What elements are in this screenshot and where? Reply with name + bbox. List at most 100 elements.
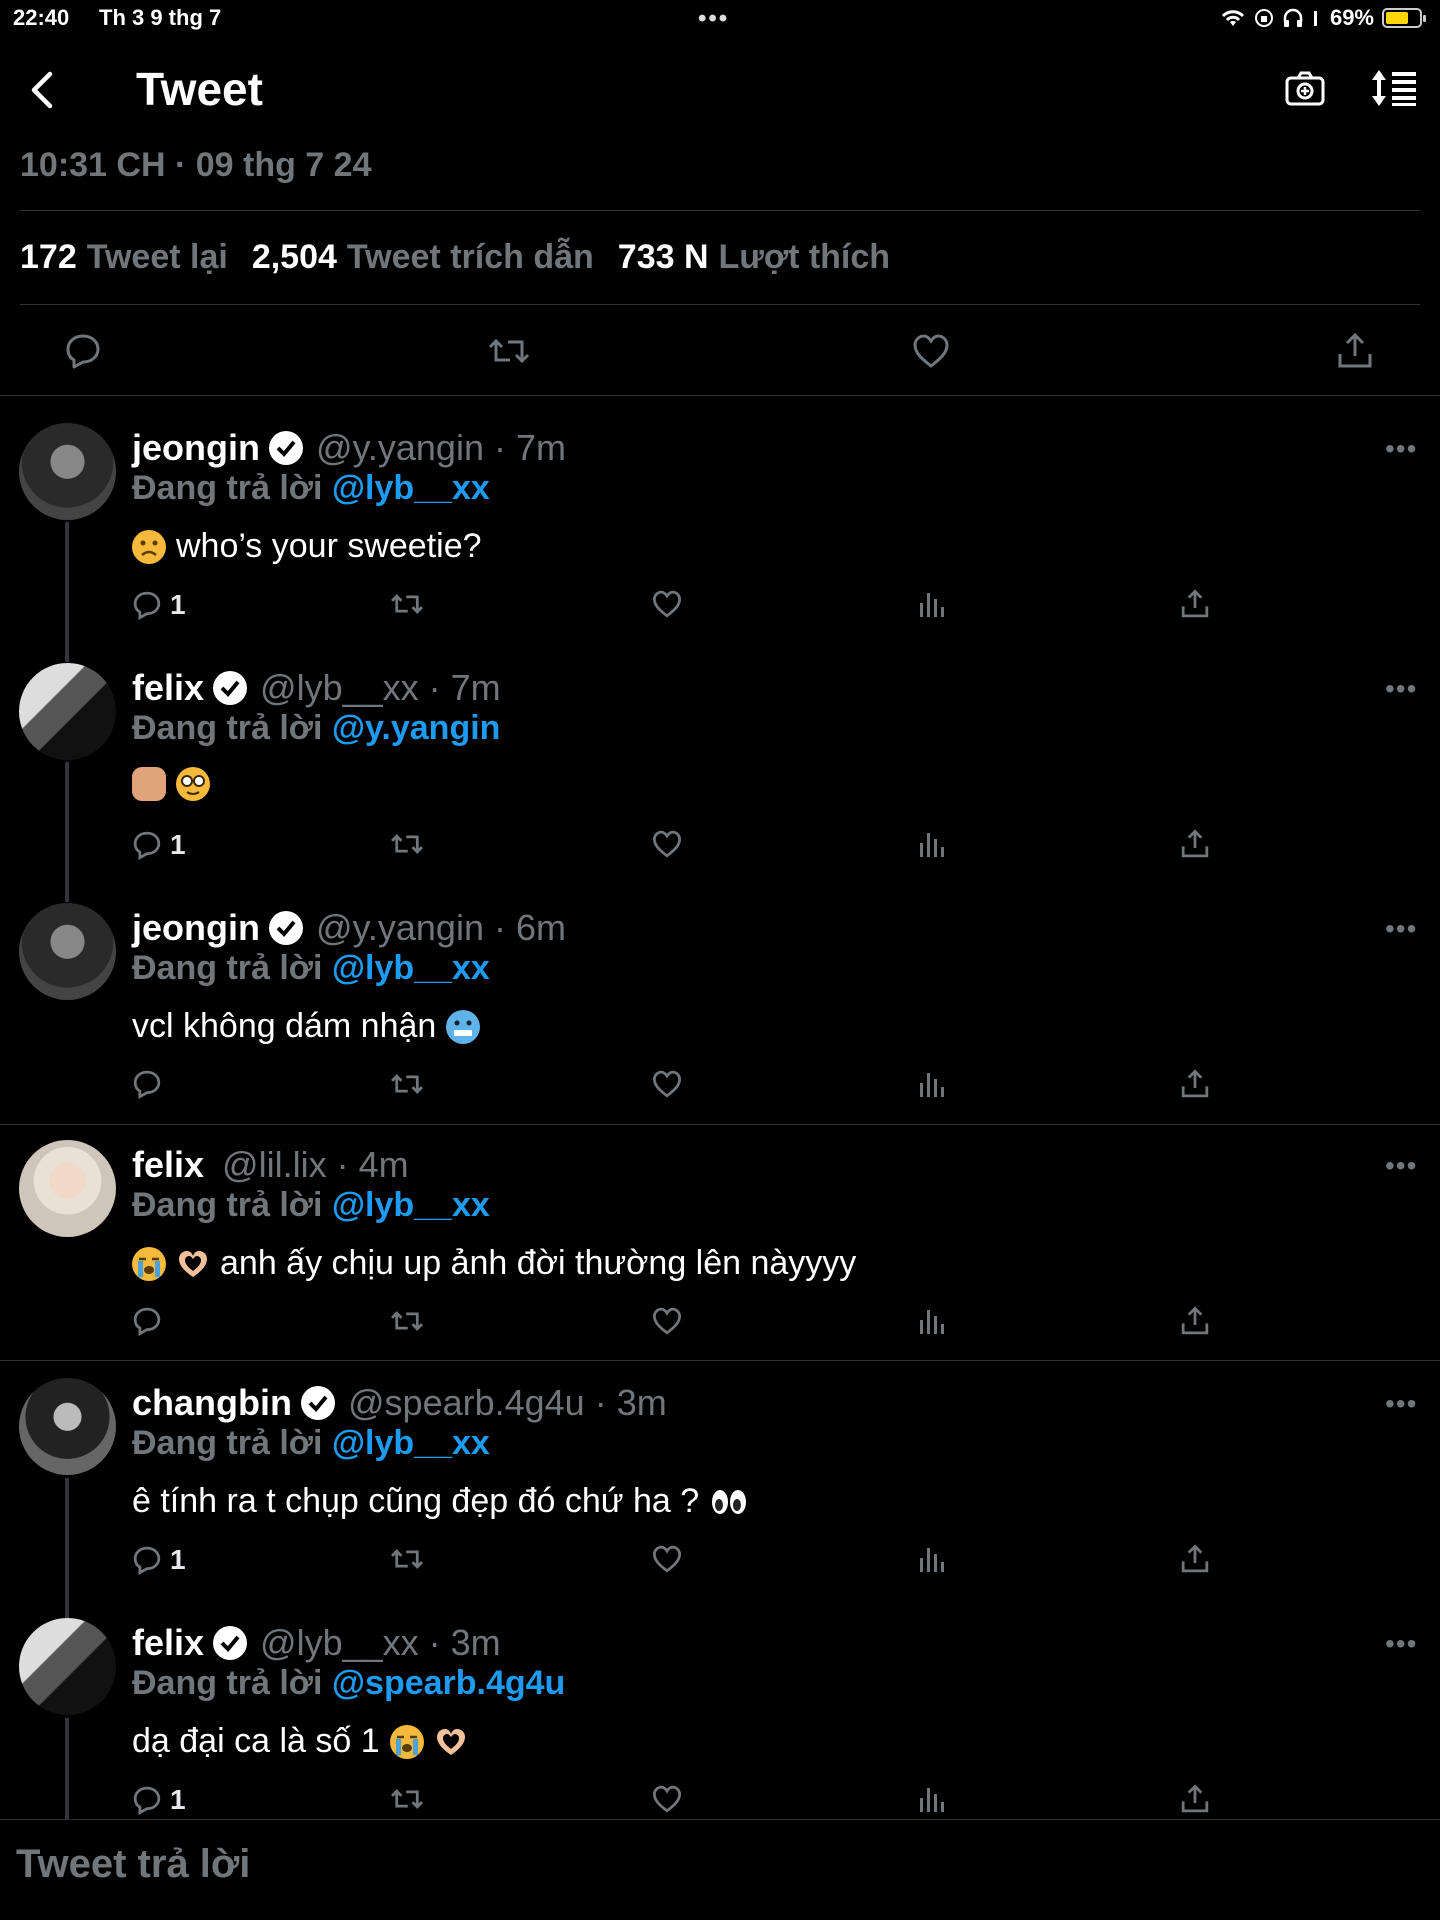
- retweet-button[interactable]: [390, 589, 424, 619]
- display-name[interactable]: jeongin: [132, 907, 260, 949]
- reply-button[interactable]: 1: [132, 589, 186, 621]
- avatar[interactable]: [19, 903, 116, 1000]
- avatar[interactable]: [19, 1140, 116, 1237]
- reply-compose-input[interactable]: Tweet trả lời: [16, 1842, 250, 1887]
- display-name[interactable]: felix: [132, 1144, 204, 1186]
- retweet-button[interactable]: [390, 1784, 424, 1814]
- share-button[interactable]: [1180, 589, 1210, 619]
- quote-count[interactable]: 2,504: [252, 238, 337, 277]
- like-icon[interactable]: [912, 332, 950, 370]
- display-name[interactable]: jeongin: [132, 427, 260, 469]
- like-button[interactable]: [652, 1069, 682, 1099]
- reply-icon: [133, 1307, 161, 1336]
- retweet-icon[interactable]: [488, 332, 530, 370]
- like-icon: [652, 590, 682, 618]
- avatar[interactable]: [19, 1378, 116, 1475]
- reply-actions: 1: [132, 589, 1282, 629]
- like-icon: [652, 1785, 682, 1813]
- thread-line: [65, 522, 69, 662]
- reply-actions: [132, 1306, 1282, 1346]
- reply-button[interactable]: [132, 1306, 170, 1336]
- retweet-icon: [391, 594, 423, 614]
- avatar[interactable]: [19, 423, 116, 520]
- retweet-button[interactable]: [390, 1544, 424, 1574]
- analytics-icon: [920, 1548, 944, 1572]
- analytics-button[interactable]: [918, 1784, 946, 1814]
- analytics-button[interactable]: [918, 829, 946, 859]
- reply-text: who’s your sweetie?: [132, 527, 482, 566]
- like-count[interactable]: 733 N: [618, 238, 709, 277]
- reply-icon: [133, 591, 161, 620]
- share-icon: [1181, 829, 1209, 858]
- verified-badge-icon: [269, 431, 303, 465]
- like-button[interactable]: [652, 1544, 682, 1574]
- reply-text: ê tính ra t chụp cũng đẹp đó chứ ha ?: [132, 1482, 747, 1521]
- mention-link[interactable]: @lyb__xx: [332, 1424, 490, 1462]
- tweet-actions: [0, 318, 1440, 388]
- sort-replies-icon[interactable]: [1370, 68, 1420, 108]
- display-name[interactable]: changbin: [132, 1382, 292, 1424]
- more-options-icon[interactable]: •••: [1385, 433, 1417, 465]
- display-name[interactable]: felix: [132, 667, 204, 709]
- verified-badge-icon: [269, 911, 303, 945]
- share-button[interactable]: [1180, 829, 1210, 859]
- fist-emoji-icon: [132, 767, 166, 801]
- handle-time: @spearb.4g4u · 3m: [348, 1382, 667, 1423]
- mention-link[interactable]: @lyb__xx: [332, 949, 490, 987]
- avatar[interactable]: [19, 663, 116, 760]
- reply-text: dạ đại ca là số 1: [132, 1722, 468, 1761]
- analytics-button[interactable]: [918, 1544, 946, 1574]
- retweet-button[interactable]: [390, 829, 424, 859]
- replying-to: Đang trả lời @lyb__xx: [132, 949, 490, 987]
- multitask-dots[interactable]: •••: [698, 5, 729, 33]
- camera-icon[interactable]: [1284, 68, 1326, 110]
- more-options-icon[interactable]: •••: [1385, 673, 1417, 705]
- analytics-button[interactable]: [918, 589, 946, 619]
- headphones-icon: [1283, 8, 1303, 27]
- mention-link[interactable]: @y.yangin: [332, 709, 501, 747]
- handle-time: @lil.lix · 4m: [222, 1144, 409, 1185]
- mention-link[interactable]: @lyb__xx: [332, 1186, 490, 1224]
- share-icon: [1181, 1544, 1209, 1573]
- reply-icon: [133, 1070, 161, 1099]
- like-button[interactable]: [652, 1784, 682, 1814]
- orientation-lock-icon: [1254, 9, 1273, 27]
- retweet-button[interactable]: [390, 1306, 424, 1336]
- analytics-icon: [920, 1073, 944, 1097]
- retweet-count[interactable]: 172: [20, 238, 77, 277]
- more-options-icon[interactable]: •••: [1385, 1388, 1417, 1420]
- avatar[interactable]: [19, 1618, 116, 1715]
- back-arrow-icon[interactable]: [24, 70, 64, 110]
- handle-time: @y.yangin · 7m: [316, 427, 566, 468]
- like-button[interactable]: [652, 829, 682, 859]
- share-icon: [1181, 1306, 1209, 1335]
- reply-button[interactable]: 1: [132, 1544, 186, 1576]
- analytics-button[interactable]: [918, 1306, 946, 1336]
- analytics-button[interactable]: [918, 1069, 946, 1099]
- share-button[interactable]: [1180, 1784, 1210, 1814]
- share-button[interactable]: [1180, 1544, 1210, 1574]
- like-button[interactable]: [652, 1306, 682, 1336]
- more-options-icon[interactable]: •••: [1385, 1150, 1417, 1182]
- heart-hands-emoji-icon: [176, 1247, 210, 1281]
- retweet-button[interactable]: [390, 1069, 424, 1099]
- retweet-label[interactable]: Tweet lại: [87, 238, 228, 277]
- like-button[interactable]: [652, 589, 682, 619]
- more-options-icon[interactable]: •••: [1385, 913, 1417, 945]
- reply-button[interactable]: 1: [132, 829, 186, 861]
- display-name[interactable]: felix: [132, 1622, 204, 1664]
- reply-button[interactable]: 1: [132, 1784, 186, 1816]
- replying-to: Đang trả lời @y.yangin: [132, 709, 501, 747]
- like-label[interactable]: Lượt thích: [719, 238, 891, 277]
- reply-button[interactable]: [132, 1069, 170, 1099]
- share-button[interactable]: [1180, 1306, 1210, 1336]
- reply-icon[interactable]: [64, 332, 102, 370]
- mention-link[interactable]: @lyb__xx: [332, 469, 490, 507]
- mention-link[interactable]: @spearb.4g4u: [332, 1664, 565, 1702]
- more-options-icon[interactable]: •••: [1385, 1628, 1417, 1660]
- quote-label[interactable]: Tweet trích dẫn: [347, 238, 594, 277]
- cold-face-emoji-icon: [446, 1009, 481, 1044]
- share-icon[interactable]: [1336, 332, 1374, 370]
- share-button[interactable]: [1180, 1069, 1210, 1099]
- status-time: 22:40: [13, 5, 70, 30]
